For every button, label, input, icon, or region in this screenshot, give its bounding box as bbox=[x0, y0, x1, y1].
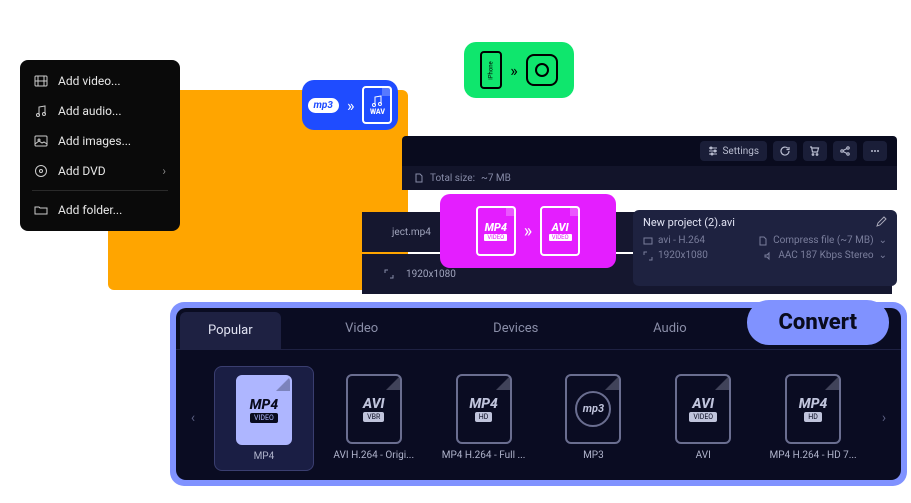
file-icon bbox=[414, 173, 424, 183]
menu-add-folder[interactable]: Add folder... bbox=[20, 195, 180, 225]
resize-icon bbox=[384, 269, 394, 279]
format-option-avi[interactable]: AVIVIDEO AVI bbox=[653, 366, 753, 471]
menu-add-dvd[interactable]: Add DVD › bbox=[20, 156, 180, 186]
app-toolbar: Settings bbox=[402, 136, 897, 166]
film-icon bbox=[34, 74, 48, 88]
output-settings-panel: New project (2).avi avi - H.264 Compress… bbox=[633, 210, 897, 286]
menu-label: Add images... bbox=[58, 134, 131, 148]
format-list: ‹ MP4VIDEO MP4 AVIVBR AVI H.264 - Origi... M… bbox=[176, 350, 901, 480]
double-chevron-icon: » bbox=[510, 61, 518, 80]
file-resolution: 1920x1080 bbox=[406, 269, 456, 280]
total-size-bar: Total size: ~7 MB bbox=[402, 166, 897, 190]
format-file-icon: AVIVBR bbox=[346, 374, 402, 444]
mp4-file-icon: MP4 VIDEO bbox=[476, 206, 516, 256]
menu-label: Add DVD bbox=[58, 164, 152, 178]
cart-button[interactable] bbox=[803, 141, 827, 161]
person-image bbox=[185, 10, 385, 290]
instagram-icon bbox=[526, 54, 558, 86]
double-chevron-icon: » bbox=[524, 221, 532, 242]
format-label: MP4 H.264 - HD 7... bbox=[763, 450, 863, 461]
tab-devices[interactable]: Devices bbox=[439, 308, 593, 349]
compress-file-button[interactable]: Compress file (~7 MB) ⌄ bbox=[758, 235, 887, 246]
format-label: AVI H.264 - Origi... bbox=[324, 450, 424, 461]
music-icon bbox=[34, 104, 48, 118]
add-media-menu: Add video... Add audio... Add images... … bbox=[20, 60, 180, 231]
output-audio[interactable]: AAC 187 Kbps Stereo ⌄ bbox=[763, 250, 887, 261]
menu-add-images[interactable]: Add images... bbox=[20, 126, 180, 156]
file-name: ject.mp4 bbox=[392, 227, 431, 238]
scroll-right-button[interactable]: › bbox=[873, 390, 895, 446]
format-label: MP4 H.264 - Full ... bbox=[434, 450, 534, 461]
edit-icon[interactable] bbox=[875, 216, 887, 229]
convert-button[interactable]: Convert bbox=[747, 300, 889, 345]
format-picker-panel: Convert Popular Video Devices Audio Imag… bbox=[170, 302, 907, 486]
conversion-badge-mp4-avi: MP4 VIDEO » AVI VIDEO bbox=[440, 194, 616, 268]
chevron-down-icon: ⌄ bbox=[879, 235, 887, 246]
disc-icon bbox=[34, 164, 48, 178]
menu-add-video[interactable]: Add video... bbox=[20, 66, 180, 96]
conversion-badge-iphone-instagram: iPhone » bbox=[464, 42, 574, 98]
format-label: AVI bbox=[653, 450, 753, 461]
double-chevron-icon: » bbox=[347, 96, 355, 115]
format-label: MP3 bbox=[544, 450, 644, 461]
menu-add-audio[interactable]: Add audio... bbox=[20, 96, 180, 126]
iphone-icon: iPhone bbox=[480, 51, 502, 89]
scroll-left-button[interactable]: ‹ bbox=[182, 390, 204, 446]
output-filename: New project (2).avi bbox=[643, 216, 735, 229]
chevron-right-icon: › bbox=[162, 164, 166, 178]
format-option-mp4[interactable]: MP4HD MP4 H.264 - HD 7... bbox=[763, 366, 863, 471]
settings-label: Settings bbox=[722, 146, 759, 157]
format-label: MP4 bbox=[215, 451, 313, 462]
menu-label: Add video... bbox=[58, 74, 121, 88]
format-option-mp3[interactable]: mp3 MP3 bbox=[544, 366, 644, 471]
output-codec[interactable]: avi - H.264 bbox=[643, 235, 705, 246]
more-button[interactable] bbox=[863, 141, 887, 161]
folder-icon bbox=[34, 203, 48, 217]
menu-label: Add folder... bbox=[58, 203, 122, 217]
tab-audio[interactable]: Audio bbox=[593, 308, 747, 349]
chevron-down-icon: ⌄ bbox=[879, 250, 887, 261]
menu-label: Add audio... bbox=[58, 104, 122, 118]
mp3-pill: mp3 bbox=[308, 98, 339, 113]
share-button[interactable] bbox=[833, 141, 857, 161]
total-size-value: ~7 MB bbox=[481, 173, 511, 184]
settings-button[interactable]: Settings bbox=[700, 141, 767, 161]
format-option-mp4[interactable]: MP4VIDEO MP4 bbox=[214, 366, 314, 471]
format-file-icon: AVIVIDEO bbox=[675, 374, 731, 444]
tab-video[interactable]: Video bbox=[285, 308, 439, 349]
format-file-icon: MP4VIDEO bbox=[236, 375, 292, 445]
format-file-icon: mp3 bbox=[565, 374, 621, 444]
tab-popular[interactable]: Popular bbox=[180, 312, 281, 349]
wav-file-icon: WAV bbox=[362, 86, 392, 124]
menu-separator bbox=[32, 190, 168, 191]
output-resolution[interactable]: 1920x1080 bbox=[643, 250, 708, 261]
image-icon bbox=[34, 134, 48, 148]
avi-file-icon: AVI VIDEO bbox=[540, 206, 580, 256]
format-file-icon: MP4HD bbox=[785, 374, 841, 444]
format-option-mp4[interactable]: MP4HD MP4 H.264 - Full ... bbox=[434, 366, 534, 471]
refresh-button[interactable] bbox=[773, 141, 797, 161]
format-file-icon: MP4HD bbox=[456, 374, 512, 444]
conversion-badge-mp3-wav: mp3 » WAV bbox=[302, 80, 398, 130]
total-size-label: Total size: bbox=[430, 173, 475, 184]
format-option-avi[interactable]: AVIVBR AVI H.264 - Origi... bbox=[324, 366, 424, 471]
